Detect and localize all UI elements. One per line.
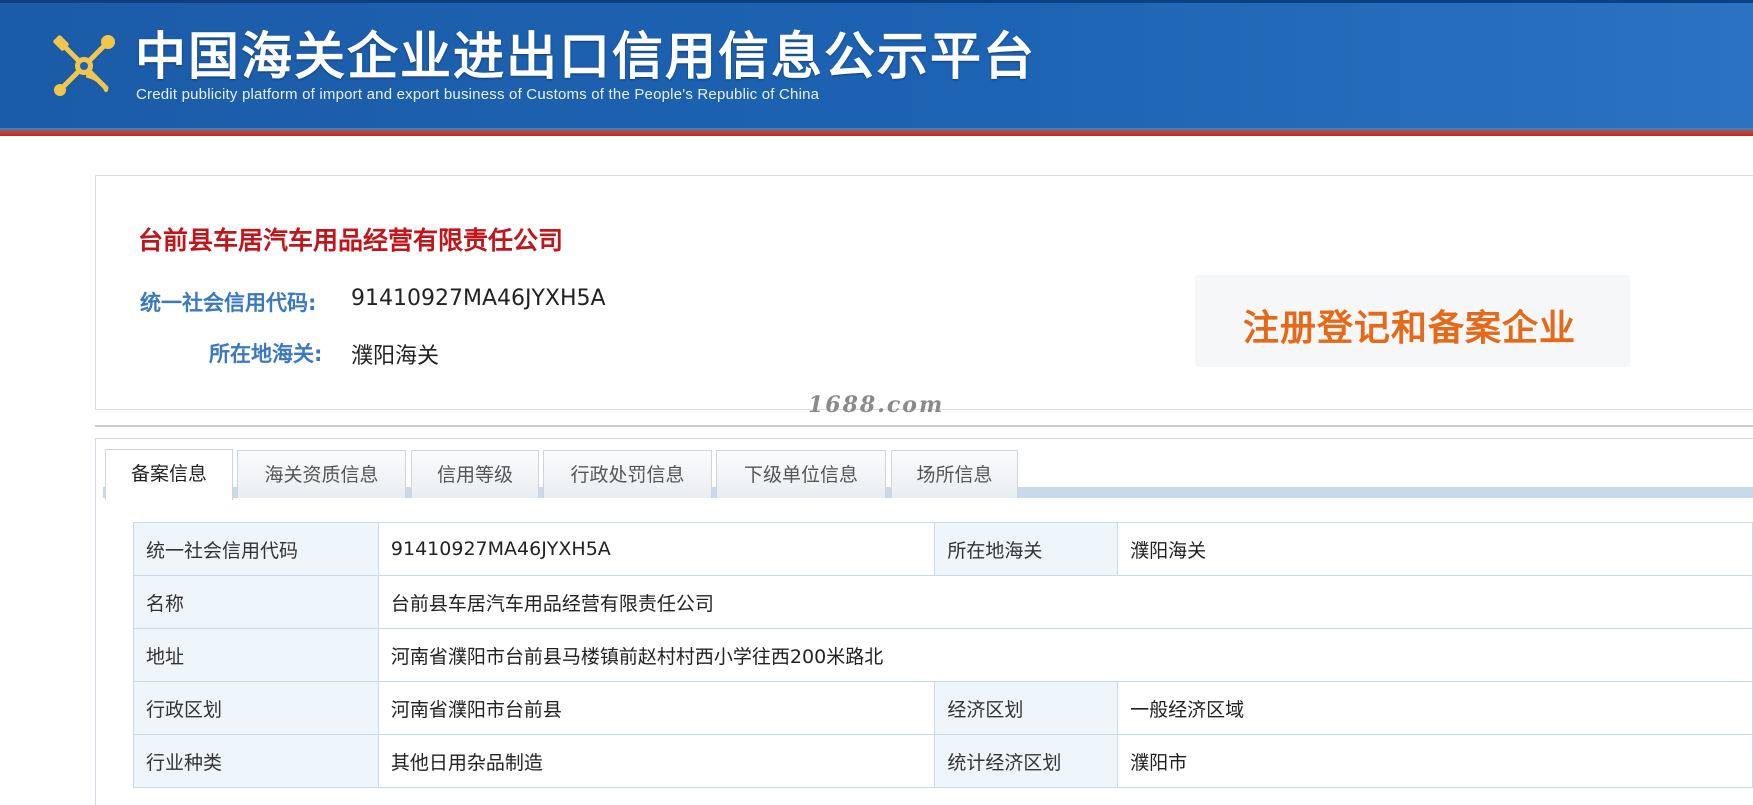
cell-stat-region-value: 濮阳市 <box>1117 734 1753 788</box>
section-divider <box>95 425 1753 427</box>
customs-value: 濮阳海关 <box>351 344 440 369</box>
platform-subtitle: Credit publicity platform of import and … <box>136 86 820 103</box>
header-stripe <box>0 128 1753 136</box>
table-row: 地址 河南省濮阳市台前县马楼镇前赵村村西小学往西200米路北 <box>133 628 1753 682</box>
tab-customs-qualification[interactable]: 海关资质信息 <box>237 450 406 498</box>
customs-label: 所在地海关: <box>209 342 323 366</box>
table-row: 名称 台前县车居汽车用品经营有限责任公司 <box>133 575 1753 629</box>
filing-details-table: 统一社会信用代码 91410927MA46JYXH5A 所在地海关 濮阳海关 名… <box>133 522 1753 788</box>
tab-site-info[interactable]: 场所信息 <box>891 450 1018 498</box>
tab-administrative-penalty[interactable]: 行政处罚信息 <box>543 450 712 498</box>
platform-title: 中国海关企业进出口信用信息公示平台 <box>135 28 1037 87</box>
cell-name-value: 台前县车居汽车用品经营有限责任公司 <box>377 575 1753 629</box>
cell-name-label: 名称 <box>133 575 379 629</box>
cell-industry-value: 其他日用杂品制造 <box>377 734 936 788</box>
cell-admin-region-label: 行政区划 <box>133 681 379 735</box>
customs-emblem-icon <box>53 35 115 96</box>
cell-economic-region-label: 经济区划 <box>934 681 1119 735</box>
cell-customs-value: 濮阳海关 <box>1117 522 1753 576</box>
credit-code-value: 91410927MA46JYXH5A <box>351 286 606 311</box>
tab-subordinate-units[interactable]: 下级单位信息 <box>716 450 886 498</box>
cell-address-value: 河南省濮阳市台前县马楼镇前赵村村西小学往西200米路北 <box>377 628 1753 682</box>
company-name: 台前县车居汽车用品经营有限责任公司 <box>138 226 564 255</box>
tab-filing-info[interactable]: 备案信息 <box>105 449 233 500</box>
table-row: 行业种类 其他日用杂品制造 统计经济区划 濮阳市 <box>133 734 1753 788</box>
credit-code-label: 统一社会信用代码: <box>140 291 317 315</box>
table-row: 行政区划 河南省濮阳市台前县 经济区划 一般经济区域 <box>133 681 1753 735</box>
tab-credit-rating[interactable]: 信用等级 <box>411 450 539 498</box>
registration-status-stamp: 注册登记和备案企业 <box>1243 308 1577 349</box>
cell-stat-region-label: 统计经济区划 <box>934 734 1119 788</box>
watermark: 1688.com <box>808 392 945 418</box>
cell-address-label: 地址 <box>133 628 379 682</box>
cell-admin-region-value: 河南省濮阳市台前县 <box>377 681 936 735</box>
cell-credit-code-label: 统一社会信用代码 <box>133 522 379 576</box>
cell-industry-label: 行业种类 <box>133 734 379 788</box>
cell-credit-code-value: 91410927MA46JYXH5A <box>377 522 936 576</box>
table-row: 统一社会信用代码 91410927MA46JYXH5A 所在地海关 濮阳海关 <box>133 522 1753 576</box>
cell-economic-region-value: 一般经济区域 <box>1117 681 1753 735</box>
cell-customs-label: 所在地海关 <box>934 522 1119 576</box>
